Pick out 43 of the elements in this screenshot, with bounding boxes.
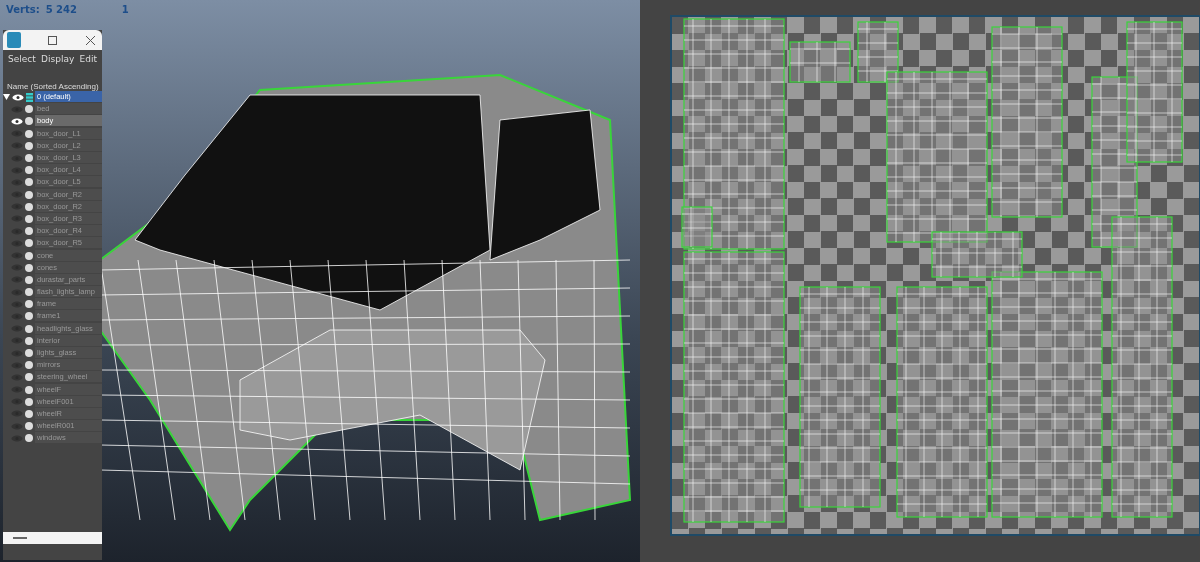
column-header: Name (Sorted Ascending) xyxy=(6,82,100,91)
menu-item[interactable]: Display xyxy=(41,54,75,64)
expand-triangle-icon[interactable] xyxy=(3,94,10,101)
layer-color-dot xyxy=(25,129,33,138)
layer-color-dot xyxy=(25,239,33,248)
layer-color-dot xyxy=(25,409,33,418)
layer-color-dot xyxy=(25,105,33,114)
layer-color-dot xyxy=(25,397,33,406)
layer-color-dot xyxy=(25,263,33,272)
layer-color-dot xyxy=(25,141,33,150)
stat-label: Verts: xyxy=(6,4,40,15)
layer-color-dot xyxy=(25,349,33,358)
stat-value: 1 xyxy=(121,4,129,15)
close-icon[interactable] xyxy=(84,34,96,46)
layer-color-dot xyxy=(25,336,33,345)
layers-icon xyxy=(26,92,33,102)
layer-color-dot xyxy=(25,117,33,126)
layer-color-dot xyxy=(25,214,33,223)
eye-icon[interactable] xyxy=(12,93,24,101)
layer-color-dot xyxy=(25,324,33,333)
layer-color-dot xyxy=(25,312,33,321)
stat-value: 5 242 xyxy=(45,4,78,15)
layer-color-dot xyxy=(25,288,33,297)
layer-color-dot xyxy=(25,178,33,187)
menu-item[interactable]: Edit xyxy=(79,54,97,64)
layer-color-dot xyxy=(25,361,33,370)
eye-icon[interactable] xyxy=(11,117,23,125)
layer-color-dot xyxy=(25,166,33,175)
layer-color-dot xyxy=(25,227,33,236)
layer-color-dot xyxy=(25,251,33,260)
maximize-icon[interactable] xyxy=(46,34,59,46)
layer-color-dot xyxy=(25,202,33,211)
minus-icon xyxy=(13,537,27,539)
layer-color-dot xyxy=(25,300,33,309)
layer-color-dot xyxy=(25,275,33,284)
layer-color-dot xyxy=(25,190,33,199)
layer-color-dot xyxy=(25,422,33,431)
layer-color-dot xyxy=(25,434,33,443)
layer-color-dot xyxy=(25,373,33,382)
layer-color-dot xyxy=(25,385,33,394)
layer-color-dot xyxy=(25,154,33,163)
app-icon xyxy=(7,32,21,48)
menu-item[interactable]: Select xyxy=(8,54,36,64)
